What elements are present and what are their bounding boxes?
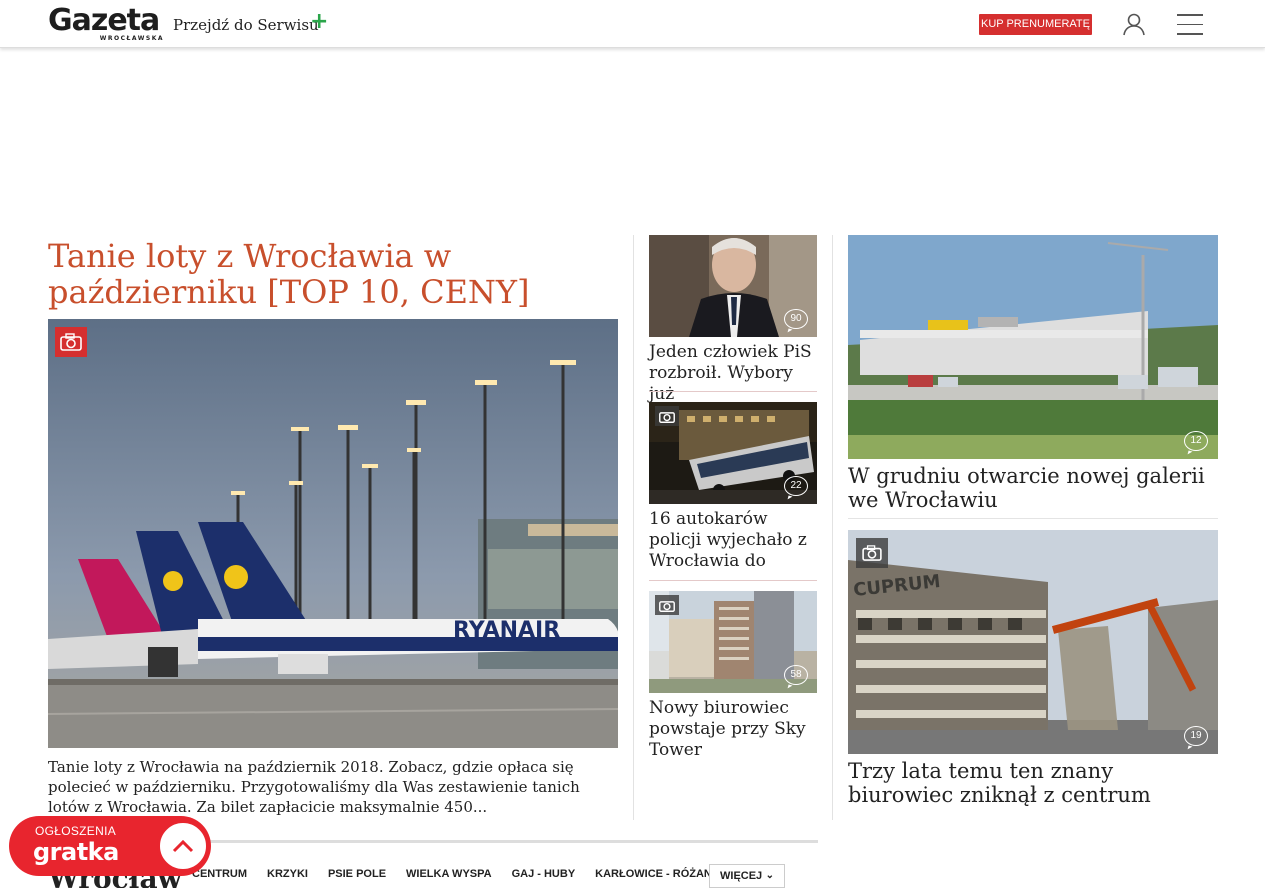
article-thumbnail[interactable]: CUPRUM 19 <box>848 530 1218 754</box>
article-title[interactable]: Trzy lata temu ten znany biurowiec znikn… <box>848 759 1218 807</box>
subscribe-button[interactable]: KUP PRENUMERATĘ <box>979 14 1092 35</box>
section-divider <box>170 840 818 843</box>
column-divider <box>633 235 634 820</box>
ryanair-livery: RYANAIR <box>453 618 560 643</box>
gallery-camera-icon <box>655 595 679 615</box>
plus-icon[interactable]: + <box>310 11 328 33</box>
gratka-label: OGŁOSZENIA <box>35 824 117 838</box>
divider <box>649 391 817 392</box>
article-title[interactable]: 16 autokarów policji wyjechało z Wrocław… <box>649 509 817 572</box>
article-title[interactable]: Jeden człowiek PiS rozbroił. Wybory już <box>649 342 817 405</box>
gratka-brand: gratka <box>33 838 119 866</box>
article-thumbnail[interactable]: 58 <box>649 591 817 693</box>
lead-article-excerpt: Tanie loty z Wrocławia na październik 20… <box>48 758 580 816</box>
article-title[interactable]: Nowy biurowiec powstaje przy Sky Tower <box>649 698 817 761</box>
comment-count-icon: 19 <box>1184 726 1208 746</box>
divider <box>649 580 817 581</box>
divider <box>848 518 1218 519</box>
gallery-camera-icon <box>55 327 87 357</box>
gallery-camera-icon <box>856 538 888 568</box>
article-card[interactable]: 58 Nowy biurowiec powstaje przy Sky Towe… <box>649 591 817 761</box>
service-link[interactable]: Przejdź do Serwisu <box>173 16 319 34</box>
nav-item-psie-pole[interactable]: PSIE POLE <box>328 868 386 880</box>
more-label: WIĘCEJ <box>720 870 763 882</box>
nav-item-wielka-wyspa[interactable]: WIELKA WYSPA <box>406 868 492 880</box>
article-thumbnail[interactable]: 90 <box>649 235 817 337</box>
article-thumbnail[interactable]: 12 <box>848 235 1218 459</box>
scroll-up-button[interactable] <box>157 820 209 872</box>
hamburger-menu-icon[interactable] <box>1177 14 1203 36</box>
article-card[interactable]: 12 W grudniu otwarcie nowej galerii we W… <box>848 235 1218 512</box>
chevron-down-icon: ⌄ <box>765 870 774 881</box>
article-card[interactable]: 22 16 autokarów policji wyjechało z Wroc… <box>649 402 817 572</box>
nav-item-gaj-huby[interactable]: GAJ - HUBY <box>512 868 576 880</box>
article-title[interactable]: W grudniu otwarcie nowej galerii we Wroc… <box>848 464 1218 512</box>
comment-count-icon: 58 <box>784 665 808 685</box>
article-card[interactable]: 90 Jeden człowiek PiS rozbroił. Wybory j… <box>649 235 817 405</box>
lead-article-title[interactable]: Tanie loty z Wrocławia w październiku [T… <box>48 238 608 310</box>
article-card[interactable]: CUPRUM 19 Trzy lata temu ten znany biuro… <box>848 530 1218 807</box>
comment-count-icon: 22 <box>784 476 808 496</box>
gratka-widget[interactable]: OGŁOSZENIA gratka <box>9 816 211 876</box>
column-divider <box>832 235 833 820</box>
user-icon[interactable] <box>1122 12 1146 36</box>
nav-item-karlowice-rozanka[interactable]: KARŁOWICE - RÓŻANKA <box>595 868 728 880</box>
chevron-up-icon <box>172 839 194 853</box>
article-thumbnail[interactable]: 22 <box>649 402 817 504</box>
city-nav-items: CENTRUM KRZYKI PSIE POLE WIELKA WYSPA GA… <box>192 868 748 880</box>
comment-count-icon: 12 <box>1184 431 1208 451</box>
nav-item-centrum[interactable]: CENTRUM <box>192 868 247 880</box>
nav-item-krzyki[interactable]: KRZYKI <box>267 868 308 880</box>
top-bar: Gazeta WROCŁAWSKA Przejdź do Serwisu + K… <box>0 0 1265 48</box>
lead-article-image[interactable]: RYANAIR <box>48 319 618 748</box>
site-logo[interactable]: Gazeta WROCŁAWSKA <box>48 6 166 44</box>
more-dropdown[interactable]: WIĘCEJ ⌄ <box>709 864 785 888</box>
logo-subtitle: WROCŁAWSKA <box>99 35 164 42</box>
gallery-camera-icon <box>655 406 679 426</box>
comment-count-icon: 90 <box>784 309 808 329</box>
logo-word: Gazeta <box>48 3 160 38</box>
